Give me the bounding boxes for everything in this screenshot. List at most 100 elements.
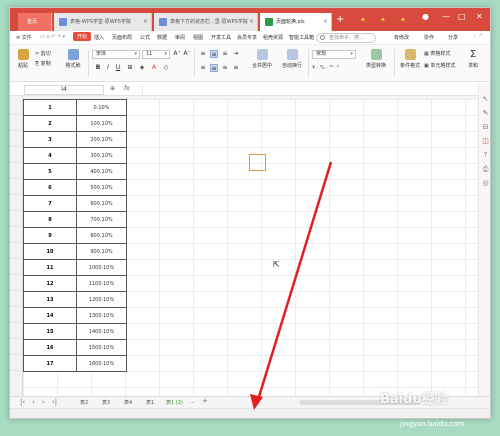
- row-index-cell[interactable]: 3: [23, 131, 77, 148]
- formula-input[interactable]: [142, 85, 476, 95]
- sheet-tab[interactable]: 表2: [80, 399, 88, 406]
- more-sheets-button[interactable]: ...: [190, 399, 195, 405]
- pointer-icon[interactable]: ↖: [482, 96, 489, 103]
- row-index-cell[interactable]: 1: [23, 99, 77, 116]
- copy-button[interactable]: ⎘ 复制: [35, 60, 51, 67]
- avatar[interactable]: ●: [422, 12, 429, 21]
- menu-review[interactable]: 审阅: [175, 34, 185, 41]
- row-index-cell[interactable]: 16: [23, 339, 77, 356]
- row-number[interactable]: [10, 131, 23, 147]
- number-format-select[interactable]: 常规 ▾: [312, 50, 356, 59]
- row-number[interactable]: [10, 243, 23, 259]
- quick-access-icons[interactable]: ▭ ⌂ ↶ ↷ ▾: [40, 34, 65, 40]
- sheet-tab[interactable]: 表1: [146, 399, 154, 406]
- row-index-cell[interactable]: 9: [23, 227, 77, 244]
- more-icon[interactable]: ⋮ ^: [472, 34, 483, 40]
- row-index-cell[interactable]: 12: [23, 275, 77, 292]
- bold-button[interactable]: B: [94, 64, 102, 72]
- font-family-select[interactable]: 宋体 ▾: [92, 50, 140, 59]
- type-convert-button[interactable]: 类型转换: [360, 49, 392, 69]
- style-icon[interactable]: ✎: [482, 110, 489, 117]
- row-number[interactable]: [10, 355, 23, 371]
- font-color-button[interactable]: A: [150, 64, 158, 72]
- row-number[interactable]: [10, 323, 23, 339]
- align-middle-button[interactable]: ≡: [210, 50, 218, 58]
- format-painter-button[interactable]: 格式刷: [62, 49, 84, 69]
- italic-button[interactable]: I: [104, 64, 112, 72]
- row-number[interactable]: [10, 227, 23, 243]
- zoom-icon[interactable]: ⊕: [110, 85, 115, 92]
- row-index-cell[interactable]: 10: [23, 243, 77, 260]
- row-number[interactable]: [10, 147, 23, 163]
- print-icon[interactable]: ⎙: [482, 166, 489, 173]
- selected-cell[interactable]: [249, 154, 266, 171]
- table-style-button[interactable]: ▦ 表格样式: [424, 50, 450, 57]
- percent-value-cell[interactable]: 800.10%: [76, 227, 127, 244]
- maximize-button[interactable]: □: [458, 12, 466, 21]
- align-left-button[interactable]: ≡: [199, 64, 207, 72]
- menu-developer[interactable]: 开发工具: [211, 34, 231, 41]
- sheet-tab[interactable]: 表4: [124, 399, 132, 406]
- percent-value-cell[interactable]: 0.10%: [76, 99, 127, 116]
- row-index-cell[interactable]: 15: [23, 323, 77, 340]
- tab-active-sheet[interactable]: 页面轮换.xls ×: [260, 13, 332, 31]
- justify-button[interactable]: ≡: [232, 64, 240, 72]
- unsaved-indicator[interactable]: 有修改: [394, 34, 409, 41]
- row-number[interactable]: [10, 179, 23, 195]
- tab-doc-2[interactable]: 表格下方的状态栏...里-原WPS学院 ×: [154, 13, 258, 31]
- menu-file[interactable]: ≡ 文件: [16, 34, 32, 41]
- percent-value-cell[interactable]: 400.10%: [76, 163, 127, 180]
- sheet-tab[interactable]: 表3: [102, 399, 110, 406]
- percent-value-cell[interactable]: 1200.10%: [76, 291, 127, 308]
- row-index-cell[interactable]: 14: [23, 307, 77, 324]
- cell-style-button[interactable]: ▣ 单元格样式: [424, 62, 455, 69]
- percent-value-cell[interactable]: 1600.10%: [76, 355, 127, 372]
- row-number[interactable]: [10, 195, 23, 211]
- name-box[interactable]: I4: [24, 85, 104, 95]
- percent-value-cell[interactable]: 1400.10%: [76, 323, 127, 340]
- conditional-format-button[interactable]: 条件格式: [398, 49, 422, 69]
- tab-home[interactable]: 首页: [18, 13, 52, 31]
- command-search-input[interactable]: 查找命令、搜...: [316, 33, 376, 43]
- align-bottom-button[interactable]: ≡: [221, 50, 229, 58]
- row-number[interactable]: [10, 307, 23, 323]
- menu-member[interactable]: 会员专享: [237, 34, 257, 41]
- menu-docer[interactable]: 稻壳资源: [263, 34, 283, 41]
- new-tab-button[interactable]: +: [336, 14, 344, 25]
- backup-icon[interactable]: ◫: [482, 138, 489, 145]
- row-index-cell[interactable]: 17: [23, 355, 77, 372]
- row-number[interactable]: [10, 275, 23, 291]
- row-index-cell[interactable]: 5: [23, 163, 77, 180]
- cut-button[interactable]: ✂ 剪切: [35, 50, 51, 57]
- share-button[interactable]: 分享: [448, 34, 458, 41]
- menu-data[interactable]: 数据: [157, 34, 167, 41]
- percent-value-cell[interactable]: 500.10%: [76, 179, 127, 196]
- help-icon[interactable]: ?: [482, 152, 489, 159]
- sheet-tab-active[interactable]: 表1 (2): [166, 399, 183, 406]
- prev-sheet-button[interactable]: ‹: [32, 398, 35, 406]
- last-sheet-button[interactable]: ›|: [52, 398, 57, 406]
- row-index-cell[interactable]: 6: [23, 179, 77, 196]
- menu-formula[interactable]: 公式: [140, 34, 150, 41]
- layout-icon[interactable]: ⊟: [482, 124, 489, 131]
- settings-icon[interactable]: ◎: [482, 180, 489, 187]
- number-format-buttons[interactable]: ¥ · % · ⁰⁰ ·⁰: [312, 65, 339, 71]
- row-number[interactable]: [10, 163, 23, 179]
- close-icon[interactable]: ×: [323, 13, 328, 31]
- increase-font-button[interactable]: A⁺: [173, 50, 181, 58]
- first-sheet-button[interactable]: |‹: [20, 398, 25, 406]
- next-sheet-button[interactable]: ›: [42, 398, 45, 406]
- percent-value-cell[interactable]: 100.10%: [76, 115, 127, 132]
- fill-color-button[interactable]: ◈: [138, 64, 146, 72]
- close-icon[interactable]: ×: [143, 13, 148, 31]
- decrease-font-button[interactable]: A⁻: [183, 50, 191, 58]
- align-right-button[interactable]: ≡: [221, 64, 229, 72]
- close-icon[interactable]: ×: [249, 13, 254, 31]
- menu-page-layout[interactable]: 页面布局: [112, 34, 132, 41]
- row-index-cell[interactable]: 13: [23, 291, 77, 308]
- percent-value-cell[interactable]: 900.10%: [76, 243, 127, 260]
- wrap-text-button[interactable]: 自动换行: [278, 49, 306, 69]
- collaborate-button[interactable]: 协作: [424, 34, 434, 41]
- align-top-button[interactable]: ≡: [199, 50, 207, 58]
- row-index-cell[interactable]: 4: [23, 147, 77, 164]
